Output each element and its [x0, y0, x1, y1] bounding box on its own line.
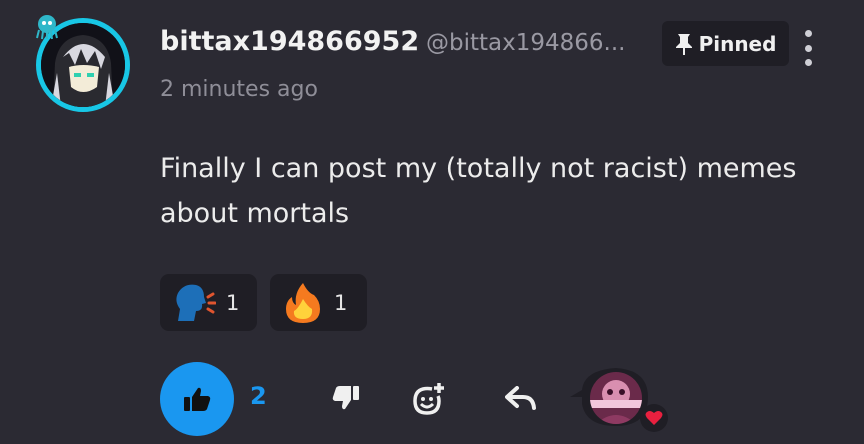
creator-avatar-image [590, 372, 642, 424]
dislike-button[interactable] [326, 378, 366, 418]
post-timestamp: 2 minutes ago [160, 77, 318, 102]
reaction-count: 1 [334, 290, 348, 315]
add-emoji-icon [413, 383, 444, 415]
reply-button[interactable] [500, 378, 542, 418]
author-handle: @bittax194866... [426, 30, 626, 56]
post-body: Finally I can post my (totally not racis… [160, 153, 797, 229]
author-avatar-container[interactable] [32, 12, 138, 116]
reaction-speaking-head[interactable]: 1 [160, 274, 257, 331]
like-button[interactable] [160, 362, 234, 436]
heart-icon [640, 404, 668, 432]
creator-avatar [590, 372, 642, 424]
speaking-head-icon [176, 284, 216, 321]
octopus-badge-icon [36, 15, 58, 40]
thumbs-down-icon [332, 386, 359, 410]
fire-icon [286, 282, 320, 323]
reaction-count: 1 [226, 290, 240, 315]
like-count: 2 [250, 382, 267, 410]
pin-icon [675, 33, 692, 55]
creator-heart-reaction [566, 366, 674, 432]
author-username[interactable]: bittax194866952 [160, 26, 419, 57]
pinned-label: Pinned [698, 31, 777, 56]
pinned-badge: Pinned [662, 21, 789, 66]
reply-icon [505, 386, 536, 410]
more-options-icon[interactable] [797, 30, 819, 66]
add-reaction-button[interactable] [406, 378, 450, 422]
thumbs-up-icon [184, 387, 211, 411]
reaction-fire[interactable]: 1 [270, 274, 367, 331]
